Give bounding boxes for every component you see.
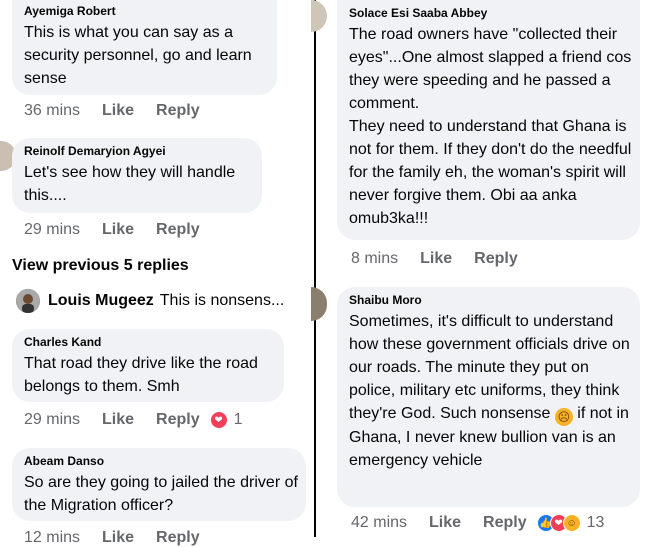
comment-bubble: Ayemiga Robert This is what you can say … [12,0,277,95]
comment-time[interactable]: 8 mins [351,250,398,268]
view-previous-replies-link[interactable]: View previous 5 replies [12,257,189,275]
comment-author[interactable]: Abeam Danso [24,454,294,468]
like-button[interactable]: Like [102,221,134,239]
comment-time[interactable]: 29 mins [24,411,80,429]
reply-button[interactable]: Reply [156,221,200,239]
comment-author[interactable]: Shaibu Moro [349,293,628,307]
reply-button[interactable]: Reply [156,411,200,429]
like-button[interactable]: Like [429,514,461,532]
comment-actions: 12 mins Like Reply [24,529,222,547]
comment-bubble: Shaibu Moro Sometimes, it's difficult to… [337,287,640,507]
comment-bubble: Abeam Danso So are they going to jailed … [12,448,306,521]
reaction-count: 13 [586,514,605,531]
comment-text: That road they drive like the road belon… [24,355,258,395]
comment-text: This is what you can say as a security p… [24,24,252,87]
reply-preview[interactable]: Louis Mugeez This is nonsens... [16,289,284,313]
comment-author[interactable]: Reinolf Demaryion Agyei [24,144,250,158]
avatar[interactable] [311,287,327,321]
reply-button[interactable]: Reply [483,514,527,532]
comment-time[interactable]: 29 mins [24,221,80,239]
reply-button[interactable]: Reply [156,102,200,120]
comment-actions: 29 mins Like Reply [24,221,222,239]
like-button[interactable]: Like [102,529,134,547]
comment-bubble: Charles Kand That road they drive like t… [12,329,284,402]
comment-time[interactable]: 42 mins [351,514,407,532]
comment-actions: 42 mins Like Reply 👍 ❤ ☺ 13 [351,514,604,532]
comment-actions: 8 mins Like Reply [351,250,540,268]
comment-author[interactable]: Solace Esi Saaba Abbey [349,6,628,20]
comment-time[interactable]: 12 mins [24,529,80,547]
comment-bubble: Solace Esi Saaba Abbey The road owners h… [337,0,640,240]
user-photo-icon [16,289,40,313]
reply-preview-text: This is nonsens... [159,292,285,309]
comment-text: So are they going to jailed the driver o… [24,474,298,514]
comment-text: Let's see how they will handle this.... [24,164,236,204]
comment-text: Sometimes, it's difficult to understand … [349,310,631,472]
column-divider [314,0,316,537]
avatar[interactable] [311,0,327,32]
avatar [16,289,40,313]
reply-preview-author[interactable]: Louis Mugeez [48,292,154,310]
reactions[interactable]: ❤ 1 [209,411,243,429]
reaction-count: 1 [233,411,243,428]
frowning-emoji-icon: ☹ [554,408,573,426]
comment-text: The road owners have "collected their ey… [349,26,632,227]
comment-bubble: Reinolf Demaryion Agyei Let's see how th… [12,138,262,213]
comment-author[interactable]: Ayemiga Robert [24,4,265,18]
like-button[interactable]: Like [102,102,134,120]
comment-actions: 36 mins Like Reply [24,102,222,120]
like-button[interactable]: Like [420,250,452,268]
haha-reaction-icon: ☺ [562,514,581,532]
comment-time[interactable]: 36 mins [24,102,80,120]
reply-button[interactable]: Reply [156,529,200,547]
reactions[interactable]: 👍 ❤ ☺ 13 [536,514,605,532]
reply-button[interactable]: Reply [474,250,518,268]
comment-author[interactable]: Charles Kand [24,335,272,349]
comment-actions: 29 mins Like Reply ❤ 1 [24,411,243,429]
like-button[interactable]: Like [102,411,134,429]
love-reaction-icon: ❤ [209,411,228,429]
